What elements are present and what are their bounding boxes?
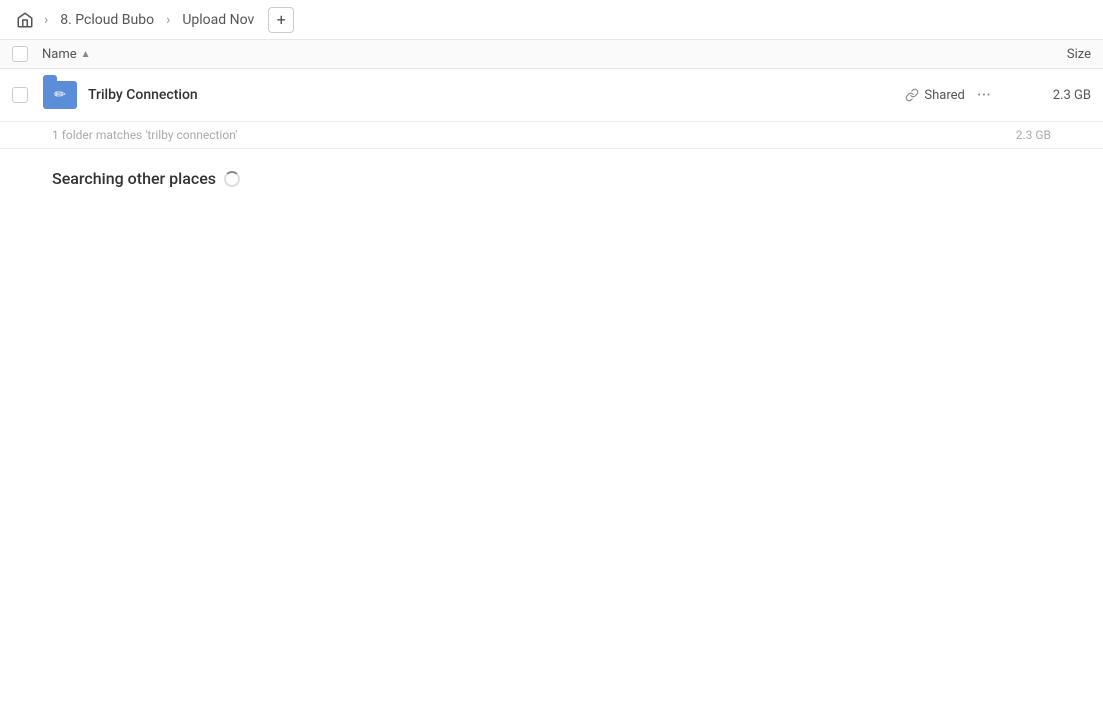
match-info-size: 2.3 GB	[1016, 128, 1051, 142]
file-checkbox-col	[12, 87, 42, 103]
folder-icon: ✏	[43, 81, 77, 109]
searching-spinner	[224, 171, 240, 187]
searching-label: Searching other places	[52, 169, 216, 188]
add-button[interactable]: +	[268, 7, 294, 33]
size-column-header[interactable]: Size	[1011, 47, 1091, 62]
shared-label: Shared	[924, 88, 964, 103]
column-headers: Name ▲ Size	[0, 40, 1103, 69]
match-info-text: 1 folder matches 'trilby connection'	[52, 128, 237, 142]
shared-badge: Shared	[905, 88, 964, 103]
file-actions: Shared ···	[905, 83, 995, 108]
home-button[interactable]	[12, 7, 38, 33]
file-row[interactable]: ✏ Trilby Connection Shared ··· 2.3 GB	[0, 69, 1103, 122]
more-options-button[interactable]: ···	[973, 83, 995, 108]
breadcrumb-item-upload[interactable]: Upload Nov	[176, 8, 260, 32]
select-all-checkbox[interactable]	[12, 46, 28, 62]
sort-arrow-icon: ▲	[81, 49, 91, 60]
header-checkbox-col	[12, 46, 42, 62]
breadcrumb-separator-2: ›	[164, 12, 172, 28]
file-checkbox[interactable]	[12, 87, 28, 103]
breadcrumb-item-pcloud[interactable]: 8. Pcloud Bubo	[54, 8, 160, 32]
name-column-header[interactable]: Name ▲	[42, 47, 1011, 62]
searching-section: Searching other places	[0, 149, 1103, 208]
pencil-icon: ✏	[54, 87, 66, 103]
breadcrumb-bar: › 8. Pcloud Bubo › Upload Nov +	[0, 0, 1103, 40]
file-icon-wrap: ✏	[42, 77, 78, 113]
file-name: Trilby Connection	[88, 87, 905, 103]
file-size: 2.3 GB	[1011, 88, 1091, 103]
match-info-row: 1 folder matches 'trilby connection' 2.3…	[0, 122, 1103, 149]
name-column-label: Name	[42, 47, 77, 62]
home-icon	[16, 11, 34, 29]
link-icon	[905, 88, 919, 102]
breadcrumb-separator-1: ›	[42, 12, 50, 28]
